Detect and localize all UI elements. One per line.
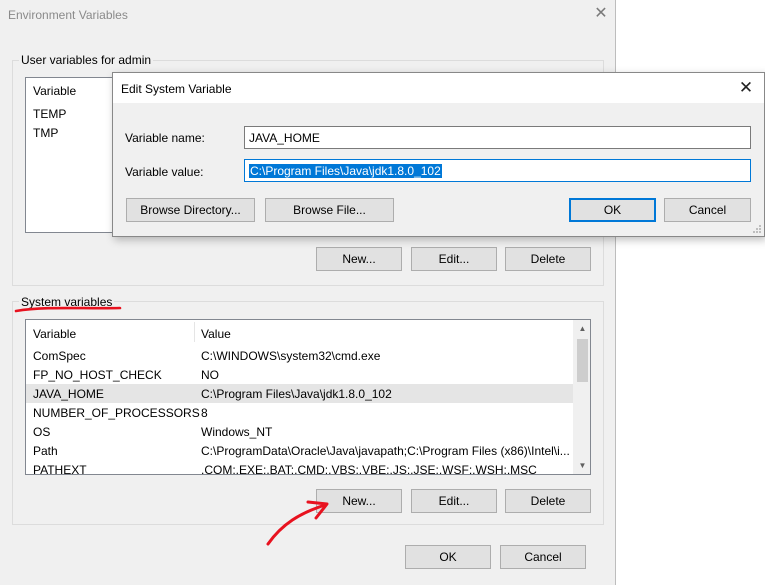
close-icon[interactable]: ✕ [736,77,756,99]
vertical-scrollbar[interactable]: ▲ ▼ [573,320,590,474]
variable-name: OS [33,425,51,439]
variable-value-field[interactable]: C:\Program Files\Java\jdk1.8.0_102 [244,159,751,182]
table-row[interactable]: Path C:\ProgramData\Oracle\Java\javapath… [26,441,574,460]
table-row-selected[interactable]: JAVA_HOME C:\Program Files\Java\jdk1.8.0… [26,384,574,403]
table-row[interactable]: PATHEXT .COM;.EXE;.BAT;.CMD;.VBS;.VBE;.J… [26,460,574,475]
variable-value: C:\WINDOWS\system32\cmd.exe [201,349,381,363]
variable-value: C:\Program Files\Java\jdk1.8.0_102 [201,387,392,401]
table-row[interactable]: NUMBER_OF_PROCESSORS 8 [26,403,574,422]
browse-file-button[interactable]: Browse File... [265,198,394,222]
table-row[interactable]: OS Windows_NT [26,422,574,441]
variable-value: .COM;.EXE;.BAT;.CMD;.VBS;.VBE;.JS;.JSE;.… [201,463,537,475]
system-variables-label: System variables [19,295,115,309]
cancel-button[interactable]: Cancel [500,545,586,569]
user-new-button[interactable]: New... [316,247,402,271]
column-divider[interactable] [194,322,195,342]
system-edit-button[interactable]: Edit... [411,489,497,513]
variable-value: Windows_NT [201,425,273,439]
ok-button[interactable]: OK [405,545,491,569]
close-icon[interactable]: ✕ [592,4,610,24]
table-row[interactable]: ComSpec C:\WINDOWS\system32\cmd.exe [26,346,574,365]
variable-name-field[interactable]: JAVA_HOME [244,126,751,149]
user-edit-button[interactable]: Edit... [411,247,497,271]
variable-name: TMP [33,126,59,140]
resize-grip-icon[interactable] [752,224,762,234]
system-variables-list[interactable]: Variable Value ComSpec C:\WINDOWS\system… [25,319,591,475]
dialog-title: Edit System Variable [121,82,232,96]
column-header-value[interactable]: Value [201,327,231,341]
dialog-ok-button[interactable]: OK [569,198,656,222]
variable-name: Path [33,444,58,458]
variable-name: TEMP [33,107,67,121]
variable-name: FP_NO_HOST_CHECK [33,368,162,382]
dialog-titlebar[interactable]: Edit System Variable ✕ [113,73,764,103]
variable-value: C:\ProgramData\Oracle\Java\javapath;C:\P… [201,444,570,458]
variable-name: JAVA_HOME [33,387,104,401]
user-variables-label: User variables for admin [19,53,154,67]
variable-name-label: Variable name: [125,131,205,145]
variable-name: NUMBER_OF_PROCESSORS [33,406,200,420]
variable-name: ComSpec [33,349,86,363]
selected-text: C:\Program Files\Java\jdk1.8.0_102 [249,164,442,178]
variable-value: 8 [201,406,208,420]
user-delete-button[interactable]: Delete [505,247,591,271]
system-new-button[interactable]: New... [316,489,402,513]
variable-value-label: Variable value: [125,165,204,179]
dialog-cancel-button[interactable]: Cancel [664,198,751,222]
scrollbar-thumb[interactable] [577,339,588,382]
variable-value: NO [201,368,219,382]
column-header-variable[interactable]: Variable [33,84,76,98]
chevron-up-icon[interactable]: ▲ [574,320,590,337]
system-delete-button[interactable]: Delete [505,489,591,513]
chevron-down-icon[interactable]: ▼ [574,457,590,474]
table-row[interactable]: FP_NO_HOST_CHECK NO [26,365,574,384]
edit-system-variable-dialog: Edit System Variable ✕ Variable name: JA… [112,72,765,237]
list-header: Variable Value [26,320,590,344]
variable-name: PATHEXT [33,463,87,475]
column-header-variable[interactable]: Variable [33,327,76,341]
window-title: Environment Variables [8,8,128,22]
browse-directory-button[interactable]: Browse Directory... [126,198,255,222]
